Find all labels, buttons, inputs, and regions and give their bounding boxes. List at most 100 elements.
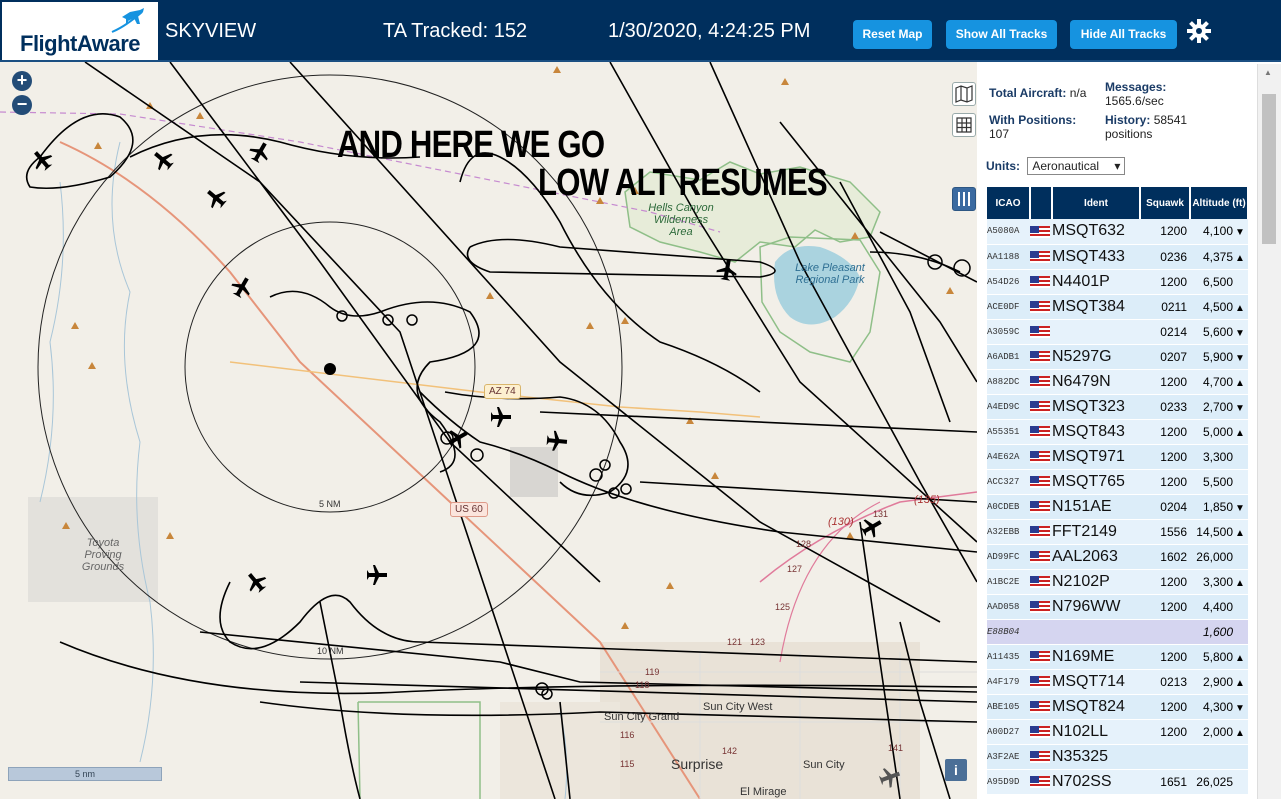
flag-cell — [1030, 319, 1052, 345]
ident-cell: FFT2149 — [1052, 519, 1140, 545]
us-flag-icon — [1030, 576, 1050, 589]
units-select[interactable]: Aeronautical ▾ — [1027, 157, 1126, 175]
num-116: 116 — [620, 730, 635, 740]
toggle-sidebar-button[interactable] — [952, 187, 976, 211]
us60-sign: US 60 — [450, 502, 488, 517]
col-icao[interactable]: ICAO — [987, 187, 1031, 219]
col-flag[interactable] — [1030, 187, 1053, 219]
map-view[interactable]: + − AND HERE WE GO LOW ALT RESUMES Hells… — [0, 62, 977, 799]
scroll-up-icon[interactable]: ▲ — [1264, 68, 1272, 77]
table-row[interactable]: A55351 MSQT843 1200 5,000 ▲ — [987, 419, 1248, 445]
table-row[interactable]: A4F179 MSQT714 0213 2,900 ▲ — [987, 669, 1248, 695]
flag-cell — [1030, 569, 1052, 595]
hells-canyon-label: Hells Canyon Wilderness Area — [648, 202, 714, 238]
table-row[interactable]: A3059C 0214 5,600 ▼ — [987, 319, 1248, 345]
num-142: 142 — [722, 746, 738, 756]
icao-cell: A0CDEB — [987, 494, 1030, 520]
panel-scrollbar[interactable]: ▲ — [1257, 64, 1281, 799]
messages: Messages: 1565.6/sec — [1105, 80, 1166, 108]
us-flag-icon — [1030, 751, 1050, 764]
info-button[interactable]: i — [945, 759, 967, 781]
units-row: Units: Aeronautical ▾ — [986, 157, 1126, 175]
num-127: 127 — [787, 564, 803, 574]
squawk-cell: 1200 — [1140, 719, 1190, 745]
altitude-value: 3,300 — [1202, 449, 1233, 464]
table-row[interactable]: E88B04 1,600 — [987, 619, 1248, 645]
show-all-tracks-button[interactable]: Show All Tracks — [946, 20, 1057, 49]
altitude-cell: 6,500 — [1190, 269, 1248, 295]
history: History: 58541 positions — [1105, 113, 1215, 141]
scrollbar-thumb[interactable] — [1262, 94, 1276, 244]
grid-button[interactable] — [952, 113, 976, 137]
table-row[interactable]: ABE105 MSQT824 1200 4,300 ▼ — [987, 694, 1248, 720]
zoom-out-button[interactable]: − — [12, 95, 32, 115]
us-flag-icon — [1030, 551, 1050, 564]
gray-block — [510, 447, 558, 497]
altitude-value: 4,500 — [1202, 299, 1233, 314]
ident-cell: N6479N — [1052, 369, 1140, 395]
ident-cell: N796WW — [1052, 594, 1140, 620]
table-row[interactable]: A00D27 N102LL 1200 2,000 ▲ — [987, 719, 1248, 745]
table-row[interactable]: A4ED9C MSQT323 0233 2,700 ▼ — [987, 394, 1248, 420]
col-ident[interactable]: Ident — [1052, 187, 1141, 219]
altitude-value: 5,500 — [1202, 474, 1233, 489]
ident-cell: MSQT433 — [1052, 244, 1140, 270]
num-125: 125 — [775, 602, 791, 612]
us-flag-icon — [1030, 351, 1050, 364]
table-row[interactable]: A54D26 N4401P 1200 6,500 — [987, 269, 1248, 295]
squawk-cell — [1140, 744, 1190, 770]
altitude-cell: 2,000 ▲ — [1190, 719, 1248, 745]
table-row[interactable]: A3F2AE N35325 — [987, 744, 1248, 770]
zoom-in-button[interactable]: + — [12, 71, 32, 91]
table-row[interactable]: A4E62A MSQT971 1200 3,300 — [987, 444, 1248, 470]
map-canvas[interactable] — [0, 62, 977, 799]
table-row[interactable]: A32EBB FFT2149 1556 14,500 ▲ — [987, 519, 1248, 545]
map-layers-button[interactable] — [952, 82, 976, 106]
table-row[interactable]: A1BC2E N2102P 1200 3,300 ▲ — [987, 569, 1248, 595]
num-119: 119 — [645, 667, 660, 677]
table-row[interactable]: AD99FC AAL2063 1602 26,000 — [987, 544, 1248, 570]
squawk-cell: 1200 — [1140, 644, 1190, 670]
ident-cell: N169ME — [1052, 644, 1140, 670]
gear-icon[interactable] — [1186, 18, 1212, 44]
units-label: Units: — [986, 159, 1020, 173]
positions-value: 107 — [989, 127, 1010, 141]
icao-cell: AAD058 — [987, 594, 1030, 620]
hide-all-tracks-button[interactable]: Hide All Tracks — [1070, 20, 1177, 49]
us-flag-icon — [1030, 726, 1050, 739]
col-altitude[interactable]: Altitude (ft) — [1190, 187, 1249, 219]
us-flag-icon — [1030, 276, 1050, 289]
table-row[interactable]: A11435 N169ME 1200 5,800 ▲ — [987, 644, 1248, 670]
flightaware-logo[interactable]: FlightAware — [2, 2, 158, 60]
table-row[interactable]: A6ADB1 N5297G 0207 5,900 ▼ — [987, 344, 1248, 370]
us-flag-icon — [1030, 376, 1050, 389]
icao-cell: A32EBB — [987, 519, 1030, 545]
table-row[interactable]: A0CDEB N151AE 0204 1,850 ▼ — [987, 494, 1248, 520]
table-row[interactable]: ACE0DF MSQT384 0211 4,500 ▲ — [987, 294, 1248, 320]
us-flag-icon — [1030, 251, 1050, 264]
squawk-cell: 1556 — [1140, 519, 1190, 545]
icao-cell: A11435 — [987, 644, 1030, 670]
sun-city-west-label: Sun City West — [703, 701, 773, 713]
total-aircraft-label: Total Aircraft: — [989, 86, 1067, 100]
icao-cell: ABE105 — [987, 694, 1030, 720]
reset-map-button[interactable]: Reset Map — [853, 20, 932, 49]
table-row[interactable]: AAD058 N796WW 1200 4,400 — [987, 594, 1248, 620]
table-row[interactable]: A95D9D N702SS 1651 26,025 — [987, 769, 1248, 795]
flag-cell — [1030, 694, 1052, 720]
col-squawk[interactable]: Squawk — [1140, 187, 1191, 219]
table-row[interactable]: A5080A MSQT632 1200 4,100 ▼ — [987, 219, 1248, 245]
table-row[interactable]: ACC327 MSQT765 1200 5,500 — [987, 469, 1248, 495]
table-row[interactable]: AA1188 MSQT433 0236 4,375 ▲ — [987, 244, 1248, 270]
top-header: FlightAware SKYVIEW TA Tracked: 152 1/30… — [0, 0, 1281, 62]
squawk-cell: 0214 — [1140, 319, 1190, 345]
ident-cell: MSQT384 — [1052, 294, 1140, 320]
table-row[interactable]: A882DC N6479N 1200 4,700 ▲ — [987, 369, 1248, 395]
route-135-label: (135) — [914, 494, 940, 506]
sun-city-grand-label: Sun City Grand — [604, 711, 680, 723]
altitude-trend-icon: ▲ — [1235, 377, 1245, 389]
flag-cell — [1030, 444, 1052, 470]
icao-cell: A00D27 — [987, 719, 1030, 745]
us-flag-icon — [1030, 426, 1050, 439]
az74-sign: AZ 74 — [484, 384, 521, 399]
